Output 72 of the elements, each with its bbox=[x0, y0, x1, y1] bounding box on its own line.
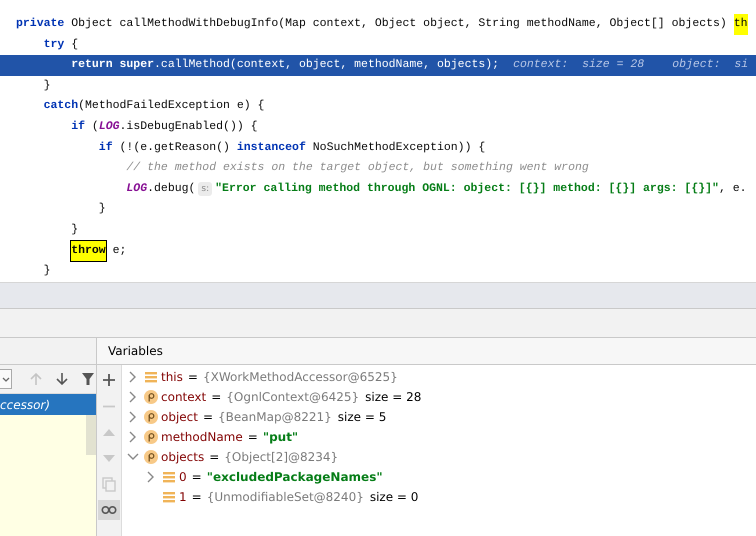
variable-name: object bbox=[161, 410, 198, 424]
object-value: {XWorkMethodAccessor@6525} bbox=[202, 370, 398, 384]
code-text: NoSuchMethodException)) { bbox=[312, 140, 486, 156]
panel-title: Variables bbox=[108, 344, 163, 358]
equals-sign: = bbox=[192, 470, 202, 484]
variable-name: objects bbox=[161, 450, 204, 464]
object-value: {BeanMap@8221} bbox=[218, 410, 332, 424]
code-text: } bbox=[71, 222, 78, 238]
variable-name: context bbox=[161, 390, 206, 404]
code-keyword: catch bbox=[44, 98, 78, 114]
equals-sign: = bbox=[192, 490, 202, 504]
variable-name: 1 bbox=[179, 490, 187, 504]
equals-sign: = bbox=[248, 430, 258, 444]
parameter-icon bbox=[144, 410, 158, 424]
plus-icon bbox=[101, 372, 117, 388]
field-icon bbox=[144, 370, 158, 384]
parameter-icon bbox=[144, 430, 158, 444]
code-text: (!(e.getReason() bbox=[118, 140, 231, 156]
equals-sign: = bbox=[211, 390, 222, 404]
size-label: size = 28 bbox=[365, 390, 422, 404]
dropdown-button[interactable] bbox=[0, 369, 12, 389]
code-keyword: try bbox=[44, 36, 64, 53]
code-text: (MethodFailedException e) { bbox=[78, 98, 264, 114]
variable-name: 0 bbox=[179, 470, 187, 484]
size-label: size = 0 bbox=[370, 490, 418, 504]
parameter-icon bbox=[144, 450, 158, 464]
equals-sign: = bbox=[188, 370, 198, 384]
code-keyword: instanceof bbox=[236, 140, 306, 156]
code-field: LOG bbox=[126, 178, 148, 200]
parameter-hint: s: bbox=[198, 182, 212, 196]
code-keyword: if bbox=[98, 140, 113, 156]
object-value: {OgnlContext@6425} bbox=[226, 390, 360, 404]
search-match: throw bbox=[71, 240, 106, 262]
equals-sign: = bbox=[202, 410, 214, 424]
variable-name: this bbox=[161, 370, 183, 384]
code-text: { bbox=[70, 36, 78, 53]
code-text: e; bbox=[112, 242, 126, 259]
code-field: LOG bbox=[98, 116, 120, 138]
code-text: } bbox=[44, 78, 50, 94]
equals-sign: = bbox=[209, 450, 220, 464]
code-text: Object callMethodWithDebugInfo(Map context, Object object, String methodName, Object[] objects) bbox=[70, 16, 728, 32]
code-text: } bbox=[98, 201, 106, 218]
field-icon bbox=[162, 490, 176, 504]
down-arrow-icon[interactable] bbox=[54, 371, 70, 387]
parameter-icon bbox=[144, 390, 158, 404]
frame-item[interactable]: ccessor) bbox=[0, 394, 96, 415]
code-comment: // the method exists on the target object, but something went wrong bbox=[126, 160, 589, 176]
field-icon bbox=[162, 470, 176, 484]
string-literal: "Error calling method through OGNL: object: [{}] method: [{}] args: [{}]" bbox=[215, 180, 719, 197]
string-value: "excludedPackageNames" bbox=[206, 470, 383, 484]
scrollbar-thumb[interactable] bbox=[86, 415, 96, 455]
code-text: , e. bbox=[718, 180, 747, 197]
code-text: .isDebugEnabled()) { bbox=[120, 118, 258, 135]
code-keyword: return super bbox=[71, 57, 154, 74]
variable-name: methodName bbox=[161, 430, 243, 444]
highlighted-text: th bbox=[734, 14, 748, 35]
code-text: } bbox=[44, 263, 50, 280]
string-value: "put" bbox=[262, 430, 298, 444]
watches-toggle-button[interactable] bbox=[98, 500, 120, 520]
code-text: .callMethod(context, object, methodName, objects); bbox=[154, 57, 500, 74]
inline-value-hint: context: size = 28 bbox=[513, 57, 644, 74]
size-label: size = 5 bbox=[338, 410, 386, 424]
code-keyword: private bbox=[16, 16, 64, 32]
copy-icon bbox=[101, 476, 117, 492]
object-value: {UnmodifiableSet@8240} bbox=[206, 490, 364, 504]
inline-value-hint: object: si bbox=[672, 57, 748, 74]
object-value: {Object[2]@8234} bbox=[224, 450, 338, 464]
filter-icon[interactable] bbox=[80, 371, 96, 387]
code-text: .debug( bbox=[147, 180, 196, 197]
code-keyword: if bbox=[71, 118, 85, 135]
minus-icon bbox=[102, 404, 116, 408]
code-text: ( bbox=[90, 118, 99, 135]
